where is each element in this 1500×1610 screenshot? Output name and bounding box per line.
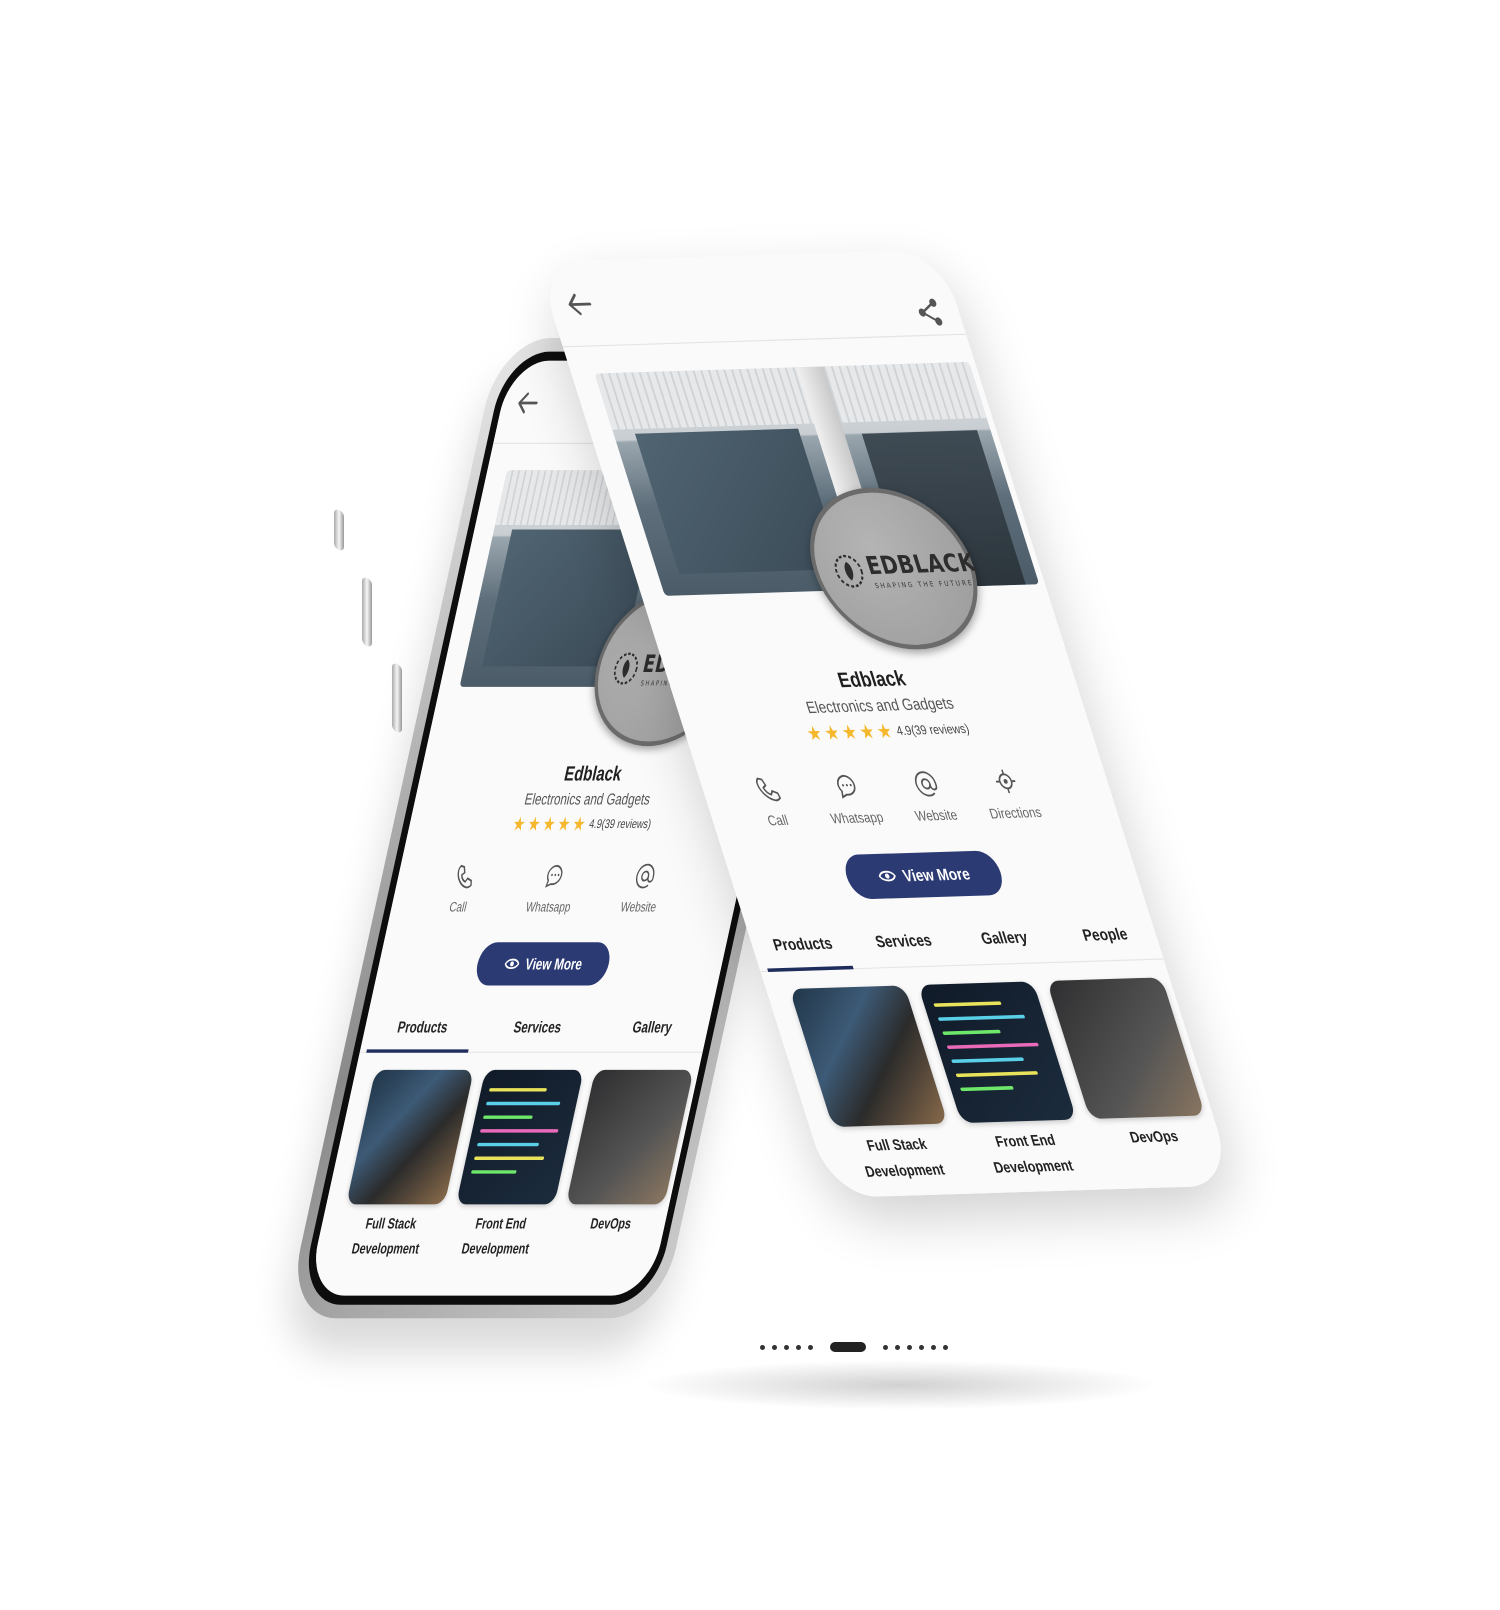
product-title: DevOps (1127, 1127, 1181, 1147)
chat-icon (836, 774, 856, 799)
product-image (984, 1192, 1144, 1198)
tab-gallery[interactable]: Gallery (590, 1006, 715, 1052)
product-image (1113, 1187, 1236, 1198)
contact-actions: Call Whatsapp Website (411, 862, 694, 917)
tab-products[interactable]: Products (745, 921, 861, 971)
product-image (455, 1069, 584, 1205)
product-title: Front End Development (460, 1214, 531, 1257)
tab-gallery[interactable]: Gallery (947, 915, 1063, 965)
profile-tabs: Products Services Gallery (359, 1006, 715, 1053)
star-icon: ★ (525, 813, 543, 836)
profile-tabs: Products Services Gallery People (745, 911, 1164, 973)
view-more-button[interactable]: View More (839, 850, 1008, 900)
whatsapp-label: Whatsapp (828, 808, 886, 827)
rating-row: ★ ★ ★ ★ ★ 4.9(39 reviews) (408, 813, 757, 836)
product-image (565, 1069, 694, 1205)
chat-icon (545, 864, 563, 888)
product-card[interactable] (1113, 1187, 1236, 1198)
action-button (334, 508, 344, 552)
website-button[interactable]: Website (885, 769, 976, 827)
star-icon: ★ (570, 813, 588, 836)
website-label: Website (619, 898, 658, 915)
phone-icon (457, 864, 472, 889)
call-button[interactable]: Call (727, 774, 818, 832)
tab-services[interactable]: Services (475, 1006, 600, 1052)
at-icon (635, 863, 655, 889)
website-label: Website (912, 806, 960, 825)
contact-actions: Call Whatsapp Website Directions (724, 766, 1059, 832)
usb-c-port (830, 1342, 866, 1352)
volume-down-button (392, 662, 402, 734)
call-button[interactable]: Call (425, 862, 499, 917)
products-grid: Full Stack Development Front End Develop… (311, 1069, 695, 1273)
product-card[interactable] (984, 1192, 1144, 1198)
whatsapp-button[interactable]: Whatsapp (515, 862, 589, 917)
logo-wordmark: EDBLACK (862, 548, 980, 580)
product-image (1046, 977, 1206, 1120)
view-more-label: View More (900, 864, 973, 885)
product-title: Full Stack Development (350, 1214, 421, 1257)
phone-icon (756, 777, 782, 802)
call-label: Call (765, 811, 791, 829)
app-top-bar (536, 249, 967, 348)
directions-button[interactable]: Directions (964, 766, 1055, 824)
website-button[interactable]: Website (605, 862, 679, 917)
product-title: DevOps (588, 1214, 633, 1232)
whatsapp-button[interactable]: Whatsapp (806, 771, 897, 829)
directions-label: Directions (987, 803, 1044, 822)
star-icon: ★ (873, 720, 896, 743)
star-icon: ★ (555, 813, 573, 836)
device-shadow (640, 1360, 1160, 1410)
device-bottom-edge (760, 1334, 1060, 1360)
tab-services[interactable]: Services (846, 918, 962, 968)
eye-icon (878, 870, 896, 882)
volume-up-button (362, 576, 372, 648)
view-more-button[interactable]: View More (472, 942, 614, 986)
product-card[interactable] (855, 1196, 1015, 1198)
tab-products[interactable]: Products (360, 1006, 485, 1052)
star-icon: ★ (510, 813, 528, 836)
product-title: Front End Development (991, 1130, 1076, 1177)
rating-row: ★ ★ ★ ★ ★ 4.9(39 reviews) (683, 715, 1092, 747)
logo-tagline: SHAPING THE FUTURE (873, 579, 975, 591)
product-title: Full Stack Development (862, 1134, 947, 1181)
product-image (855, 1196, 1015, 1198)
tab-people[interactable]: People (1048, 912, 1164, 962)
whatsapp-label: Whatsapp (524, 898, 573, 915)
eye-icon (504, 958, 519, 970)
back-arrow-icon[interactable] (563, 291, 596, 318)
at-icon (915, 771, 938, 797)
back-arrow-icon[interactable] (514, 390, 541, 415)
star-icon: ★ (540, 813, 558, 836)
product-image (346, 1069, 474, 1205)
share-icon[interactable] (912, 297, 947, 328)
rating-text: 4.9(39 reviews) (894, 721, 972, 739)
rating-text: 4.9(39 reviews) (587, 817, 653, 832)
location-target-icon (995, 769, 1016, 794)
call-label: Call (447, 898, 469, 915)
circuit-leaf-icon (613, 652, 638, 685)
view-more-label: View More (523, 954, 585, 973)
products-grid: Full Stack Development Front End Developme… (789, 977, 1236, 1198)
